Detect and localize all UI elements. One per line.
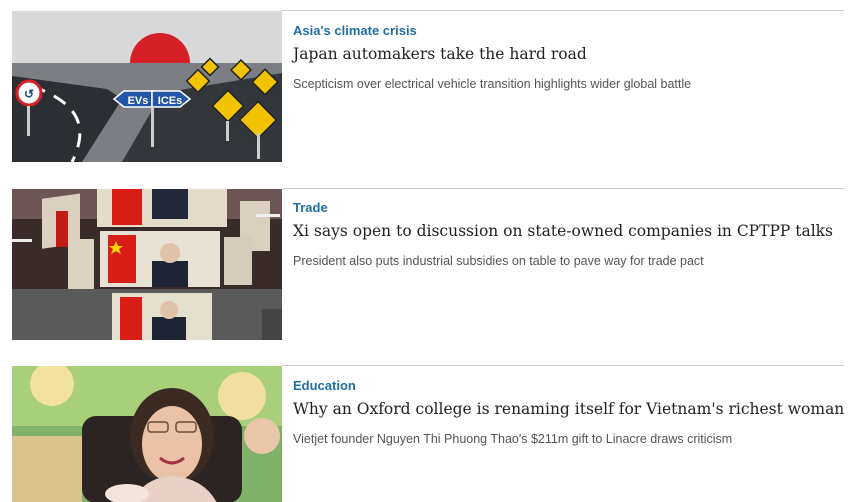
article-headline[interactable]: Xi says open to discussion on state-owne… xyxy=(293,222,833,240)
article-card[interactable]: Trade Xi says open to discussion on stat… xyxy=(12,188,844,340)
article-card[interactable]: Education Why an Oxford college is renam… xyxy=(12,365,844,502)
video-screens-photo xyxy=(12,189,282,340)
ev-road-illustration: ↺ EVs ICEs xyxy=(12,11,282,162)
article-text: Education Why an Oxford college is renam… xyxy=(293,365,844,502)
ices-label: ICEs xyxy=(158,95,182,107)
article-headline[interactable]: Japan automakers take the hard road xyxy=(293,45,587,63)
article-standfirst: Vietjet founder Nguyen Thi Phuong Thao's… xyxy=(293,432,733,446)
topic-tag[interactable]: Trade xyxy=(293,200,328,215)
article-text: Trade Xi says open to discussion on stat… xyxy=(293,188,844,340)
evs-label: EVs xyxy=(128,95,149,107)
article-thumbnail[interactable]: ↺ EVs ICEs xyxy=(12,11,282,162)
article-text: Asia's climate crisis Japan automakers t… xyxy=(293,10,844,162)
topic-tag[interactable]: Education xyxy=(293,378,356,393)
portrait-photo xyxy=(12,366,282,502)
topic-tag[interactable]: Asia's climate crisis xyxy=(293,23,417,38)
svg-text:↺: ↺ xyxy=(24,87,34,101)
article-thumbnail[interactable] xyxy=(12,366,282,502)
article-standfirst: President also puts industrial subsidies… xyxy=(293,254,704,268)
article-headline[interactable]: Why an Oxford college is renaming itself… xyxy=(293,400,844,418)
article-card[interactable]: ↺ EVs ICEs Asia's climate crisis Japan a… xyxy=(12,10,844,162)
article-standfirst: Scepticism over electrical vehicle trans… xyxy=(293,77,692,91)
article-thumbnail[interactable] xyxy=(12,189,282,340)
